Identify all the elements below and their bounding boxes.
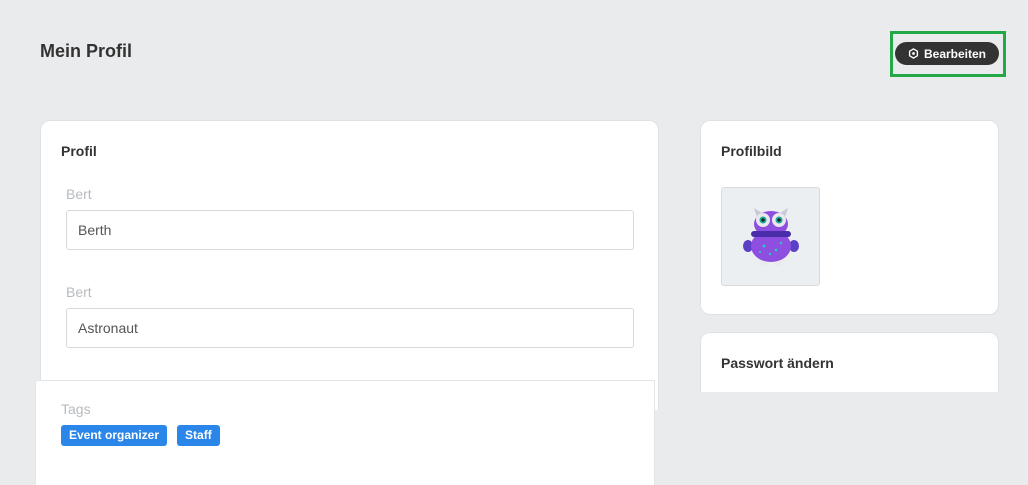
change-password-title: Passwort ändern	[721, 355, 834, 371]
tag-staff[interactable]: Staff	[177, 425, 220, 446]
tags-label: Tags	[61, 401, 91, 417]
profile-card-title: Profil	[61, 143, 97, 159]
job-title-input[interactable]: Astronaut	[66, 308, 634, 348]
first-name-label: Bert	[66, 186, 92, 202]
purple-monster-avatar-icon	[742, 207, 799, 266]
profile-picture-title: Profilbild	[721, 143, 782, 159]
avatar[interactable]	[721, 187, 820, 286]
tag-event-organizer[interactable]: Event organizer	[61, 425, 168, 446]
edit-button-label: Bearbeiten	[923, 46, 987, 61]
tag-list: Event organizer Staff	[61, 425, 220, 446]
change-password-card: Passwort ändern	[700, 332, 999, 392]
tags-card: Tags Event organizer Staff	[35, 380, 655, 485]
page-title: Mein Profil	[40, 41, 133, 61]
profile-card: Profil Bert Berth Bert Astronaut	[40, 120, 659, 410]
job-title-label: Bert	[66, 284, 92, 300]
gear-icon	[908, 48, 919, 59]
edit-button[interactable]: Bearbeiten	[895, 42, 999, 65]
first-name-input[interactable]: Berth	[66, 210, 634, 250]
profile-picture-card: Profilbild	[700, 120, 999, 315]
